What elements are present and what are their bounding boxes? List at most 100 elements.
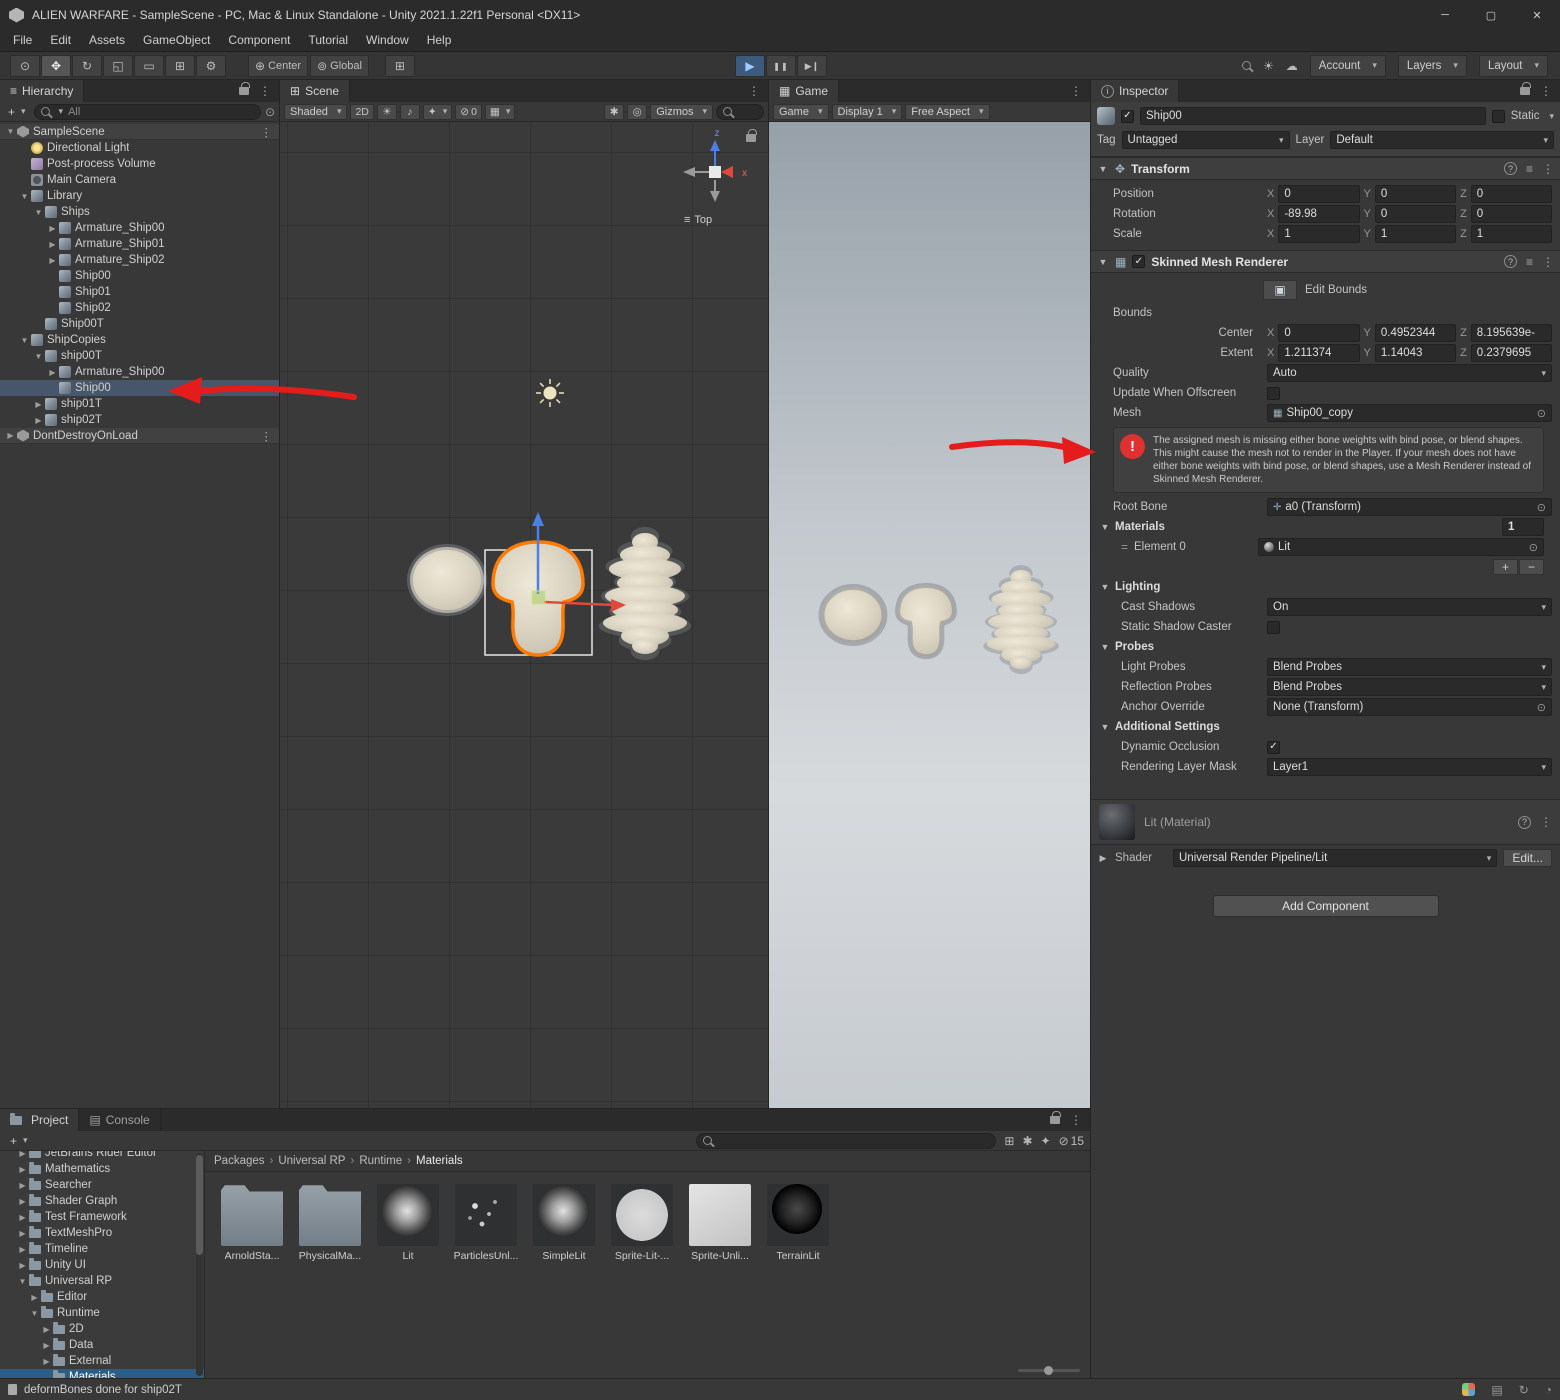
expander-icon[interactable]: ▶	[46, 256, 59, 265]
expander-icon[interactable]: ▶	[16, 1165, 29, 1174]
quality-dropdown[interactable]: Auto▾	[1267, 364, 1552, 382]
progress-sun-icon[interactable]: ☀	[1263, 59, 1274, 73]
add-material-button[interactable]: +	[1493, 559, 1518, 575]
expander-icon[interactable]: ▼	[32, 208, 45, 217]
expander-icon[interactable]: ▶	[16, 1245, 29, 1254]
scene-audio-toggle[interactable]: ♪	[400, 104, 420, 120]
hierarchy-item-post-process-volume[interactable]: Post-process Volume	[0, 156, 279, 172]
hierarchy-item-armature-ship00[interactable]: ▶Armature_Ship00	[0, 364, 279, 380]
kebab-icon[interactable]: ⋮	[1540, 84, 1552, 98]
hierarchy-item-armature-ship00[interactable]: ▶Armature_Ship00	[0, 220, 279, 236]
scene-viewport[interactable]: z x ≡Top	[280, 122, 768, 1108]
hierarchy-item-ship02t[interactable]: ▶ship02T	[0, 412, 279, 428]
expander-icon[interactable]: ▶	[46, 368, 59, 377]
orientation-x-arrow[interactable]	[721, 166, 733, 178]
expander-icon[interactable]: ▼	[32, 352, 45, 361]
status-message[interactable]: deformBones done for ship02T	[24, 1384, 182, 1396]
hierarchy-item-armature-ship01[interactable]: ▶Armature_Ship01	[0, 236, 279, 252]
scale-y-field[interactable]: 1	[1375, 225, 1456, 243]
remove-material-button[interactable]: −	[1519, 559, 1544, 575]
menu-gameobject[interactable]: GameObject	[134, 30, 219, 51]
transform-tool-button[interactable]: ⊞	[165, 55, 195, 77]
expander-icon[interactable]: ▼	[28, 1309, 41, 1318]
expander-icon[interactable]: ▶	[40, 1341, 53, 1350]
rect-tool-button[interactable]: ▭	[134, 55, 164, 77]
slider-thumb[interactable]	[1044, 1366, 1053, 1375]
menu-tutorial[interactable]: Tutorial	[299, 30, 357, 51]
gizmo-arrow-up[interactable]	[532, 512, 544, 526]
scene-lighting-toggle[interactable]: ☀	[377, 104, 397, 120]
project-folder-materials[interactable]: Materials	[0, 1369, 204, 1378]
help-icon[interactable]: ?	[1518, 816, 1531, 829]
orientation-z-arrow[interactable]	[710, 140, 720, 151]
maximize-button[interactable]: ▢	[1468, 0, 1514, 30]
hidden-objects-toggle[interactable]: ⊘0	[455, 104, 482, 120]
gizmos-dropdown[interactable]: Gizmos▾	[650, 104, 713, 120]
grid-visibility-toggle[interactable]: ▦▾	[485, 104, 515, 120]
pivot-toggle-button[interactable]: ⊕Center	[248, 55, 308, 77]
orientation-mode[interactable]: ≡Top	[684, 214, 712, 226]
expander-icon[interactable]: ▶	[16, 1261, 29, 1270]
activity-spinner-icon[interactable]: ◔	[1545, 1383, 1552, 1397]
foldout-icon[interactable]: ▶	[1097, 853, 1109, 864]
expander-icon[interactable]: ▶	[16, 1197, 29, 1206]
extent-y-field[interactable]: 1.14043	[1375, 344, 1456, 362]
skinned-mesh-renderer-header[interactable]: ▼ ▦ ✓ Skinned Mesh Renderer ? ≡ ⋮	[1091, 250, 1560, 273]
lighting-foldout[interactable]: ▼ Lighting	[1091, 577, 1552, 597]
scale-z-field[interactable]: 1	[1471, 225, 1552, 243]
additional-settings-foldout[interactable]: ▼ Additional Settings	[1091, 717, 1552, 737]
project-folder-textmeshpro[interactable]: ▶TextMeshPro	[0, 1225, 204, 1241]
light-probes-dropdown[interactable]: Blend Probes▾	[1267, 658, 1552, 676]
root-bone-object-field[interactable]: ✛ a0 (Transform) ⊙	[1267, 498, 1552, 516]
component-enabled-checkbox[interactable]: ✓	[1132, 255, 1145, 268]
tab-project[interactable]: Project	[0, 1109, 79, 1131]
expander-icon[interactable]: ▶	[46, 224, 59, 233]
update-when-offscreen-checkbox[interactable]	[1267, 387, 1280, 400]
menu-assets[interactable]: Assets	[80, 30, 134, 51]
expander-icon[interactable]: ▼	[18, 192, 31, 201]
center-x-field[interactable]: 0	[1278, 324, 1359, 342]
breadcrumb-runtime[interactable]: Runtime	[359, 1155, 402, 1167]
expander-icon[interactable]: ▶	[40, 1357, 53, 1366]
rotation-x-field[interactable]: -89.98	[1278, 205, 1359, 223]
project-folder-test-framework[interactable]: ▶Test Framework	[0, 1209, 204, 1225]
search-icon[interactable]	[1242, 61, 1251, 70]
project-tree-scrollbar[interactable]	[196, 1153, 203, 1376]
orientation-gizmo[interactable]: z x	[683, 128, 747, 202]
layers-dropdown[interactable]: Layers▾	[1398, 55, 1467, 77]
shader-edit-button[interactable]: Edit...	[1503, 849, 1552, 867]
ship-wavy[interactable]	[603, 533, 687, 654]
probes-foldout[interactable]: ▼ Probes	[1091, 637, 1552, 657]
expander-icon[interactable]: ▶	[16, 1213, 29, 1222]
breadcrumb-packages[interactable]: Packages	[214, 1155, 265, 1167]
scrollbar-thumb[interactable]	[196, 1155, 203, 1255]
status-log-icon[interactable]	[8, 1384, 17, 1395]
scene-effects-toggle[interactable]: ✦▾	[423, 104, 452, 120]
foldout-icon[interactable]: ▼	[1097, 257, 1109, 267]
kebab-icon[interactable]: ⋮	[259, 84, 271, 98]
static-dropdown-icon[interactable]: ▾	[1545, 111, 1554, 122]
add-component-button[interactable]: Add Component	[1213, 895, 1439, 917]
pause-button[interactable]: ❚❚	[766, 55, 796, 77]
search-by-label-icon[interactable]: ✱	[1022, 1134, 1032, 1148]
material-header[interactable]: Lit (Material) ? ⋮	[1091, 799, 1560, 845]
expander-icon[interactable]: ▶	[32, 400, 45, 409]
lock-icon[interactable]	[1520, 87, 1530, 95]
kebab-icon[interactable]: ⋮	[1542, 255, 1554, 269]
scene-camera-toggle[interactable]: ◎	[627, 104, 647, 120]
asset-sprite-lit[interactable]: Sprite-Lit-...	[609, 1184, 675, 1262]
rotate-tool-button[interactable]: ↻	[72, 55, 102, 77]
element0-object-field[interactable]: Lit ⊙	[1258, 538, 1544, 556]
kebab-icon[interactable]: ⋮	[1070, 1113, 1082, 1127]
tab-scene[interactable]: ⊞Scene	[280, 80, 350, 102]
project-folder-unity-ui[interactable]: ▶Unity UI	[0, 1257, 204, 1273]
expander-icon[interactable]: ▶	[28, 1293, 41, 1302]
project-folder-external[interactable]: ▶External	[0, 1353, 204, 1369]
expander-icon[interactable]: ▶	[40, 1325, 53, 1334]
space-toggle-button[interactable]: ⊚Global	[310, 55, 369, 77]
expander-icon[interactable]: ▼	[18, 336, 31, 345]
ship-blob[interactable]	[410, 547, 484, 613]
orientation-cube[interactable]	[709, 166, 721, 178]
materials-foldout[interactable]: ▼ Materials 1	[1091, 517, 1552, 537]
minimize-button[interactable]: ─	[1422, 0, 1468, 30]
